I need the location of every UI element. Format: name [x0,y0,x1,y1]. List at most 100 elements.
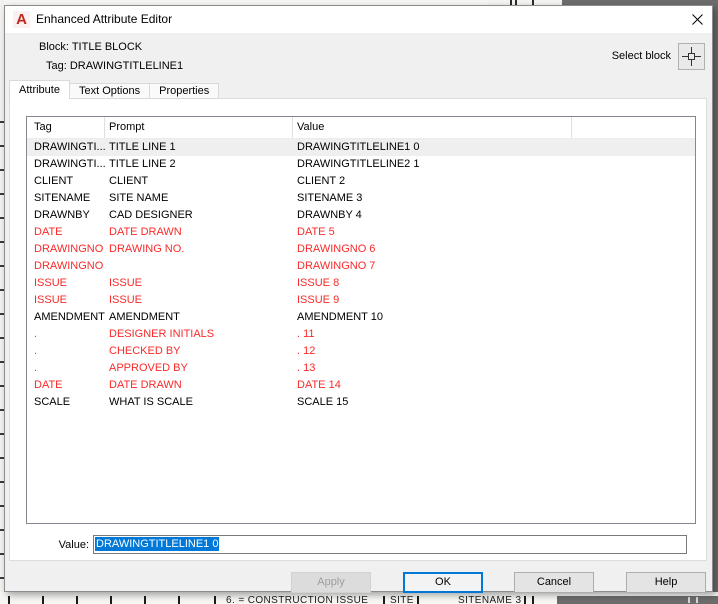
value-input[interactable]: DRAWINGTITLELINE1 0 [93,535,687,554]
drawing-line [524,596,526,604]
drawing-line [688,597,690,603]
cell-c3: DATE 14 [297,379,341,391]
cell-c1: DATE [34,226,63,238]
cell-c2: TITLE LINE 1 [109,141,176,153]
tag-label: Tag: [46,60,67,72]
cell-c1: DRAWINGTI... [34,158,105,170]
table-row[interactable]: DRAWINGTI... TITLE LINE 1 DRAWINGTITLELINE… [27,139,695,156]
title-bar[interactable]: A Enhanced Attribute Editor [5,6,712,33]
autocad-icon: A [13,11,30,28]
cell-c2: DATE DRAWN [109,226,182,238]
cell-c2: DATE DRAWN [109,379,182,391]
table-row[interactable]: DRAWINGNO DRAWING NO. DRAWINGNO 6 [27,241,695,258]
drawing-text: 6. = CONSTRUCTION ISSUE [226,595,369,604]
cell-c3: DRAWNBY 4 [297,209,362,221]
drawing-line [42,596,44,604]
cell-c3: DRAWINGTITLELINE1 0 [297,141,420,153]
selected-text: DRAWINGTITLELINE1 0 [95,537,220,551]
cell-c2: APPROVED BY [109,362,188,374]
table-row[interactable]: DRAWINGNO DRAWINGNO 7 [27,258,695,275]
attribute-table[interactable]: Tag Prompt Value DRAWINGTI... TITLE LINE … [26,116,696,524]
cell-c1: ISSUE [34,294,68,306]
drawing-line [110,596,112,604]
table-row[interactable]: DRAWNBY CAD DESIGNER DRAWNBY 4 [27,207,695,224]
tag-value: DRAWINGTITLELINE1 [69,60,184,72]
cell-c2 [105,258,293,275]
cell-c3: AMENDMENT 10 [297,311,383,323]
apply-button[interactable]: Apply [291,572,371,593]
cell-c3: DRAWINGNO 7 [297,260,376,272]
tab-properties[interactable]: Properties [150,83,220,99]
table-row[interactable]: SITENAME SITE NAME SITENAME 3 [27,190,695,207]
cell-c3: SITENAME 3 [297,192,363,204]
column-header-tag: Tag [27,117,105,138]
cell-c3: . 12 [297,345,316,357]
help-button[interactable]: Help [626,572,706,593]
block-label: Block: [39,41,69,53]
table-row[interactable]: CLIENT CLIENT CLIENT 2 [27,173,695,190]
tab-attribute[interactable]: Attribute [9,80,70,99]
drawing-text: SITE [390,595,414,604]
ok-button[interactable]: OK [403,572,483,593]
table-row[interactable]: SCALE WHAT IS SCALE SCALE 15 [27,394,695,411]
drawing-line [214,596,216,604]
tag-line: Tag: DRAWINGTITLELINE1 [46,60,183,72]
cell-c2: SITE NAME [109,192,169,204]
table-row[interactable]: . DESIGNER INITIALS . 11 [27,326,695,343]
drawing-line [696,597,698,603]
cell-c1: DRAWNBY [34,209,90,221]
cell-c3: . 13 [297,362,316,374]
window-title: Enhanced Attribute Editor [36,12,173,26]
drawing-line [8,596,10,604]
cell-c2: WHAT IS SCALE [109,396,193,408]
cell-c2: DRAWING NO. [109,243,185,255]
drawing-line [532,596,534,604]
cell-c1: ISSUE [34,277,68,289]
drawing-line [383,596,385,604]
cell-c2: ISSUE [109,294,143,306]
tab-strip: Attribute Text Options Properties [9,80,220,99]
cell-c3: SCALE 15 [297,396,349,408]
attribute-table-body: DRAWINGTI... TITLE LINE 1 DRAWINGTITLELINE… [27,139,695,411]
column-header-spacer [572,117,695,138]
cell-c3: DRAWINGTITLELINE2 1 [297,158,420,170]
drawing-line [178,596,180,604]
table-row[interactable]: . CHECKED BY . 12 [27,343,695,360]
cell-c1: . [34,328,38,340]
table-row[interactable]: ISSUE ISSUE ISSUE 9 [27,292,695,309]
block-line: Block: TITLE BLOCK [39,41,142,53]
cell-c2: TITLE LINE 2 [109,158,176,170]
close-button[interactable] [686,8,708,30]
cell-c1: DATE [34,379,63,391]
cell-c2: CHECKED BY [109,345,181,357]
cell-c3: ISSUE 9 [297,294,340,306]
table-row[interactable]: DRAWINGTI... TITLE LINE 2 DRAWINGTITLELINE… [27,156,695,173]
drawing-line [417,596,419,604]
cell-c3: CLIENT 2 [297,175,346,187]
cell-c3: ISSUE 8 [297,277,340,289]
select-block-button[interactable] [678,43,705,70]
cell-c2: DESIGNER INITIALS [109,328,215,340]
tab-text-options[interactable]: Text Options [69,83,151,99]
table-row[interactable]: AMENDMENT AMENDMENT AMENDMENT 10 [27,309,695,326]
cell-c1: DRAWINGTI... [34,141,105,153]
cell-c3: . 11 [297,328,315,340]
cancel-button[interactable]: Cancel [514,572,594,593]
table-row[interactable]: . APPROVED BY . 13 [27,360,695,377]
column-header-prompt: Prompt [105,117,293,138]
table-row[interactable]: DATE DATE DRAWN DATE 5 [27,224,695,241]
attribute-table-header: Tag Prompt Value [27,117,695,139]
enhanced-attribute-editor-dialog: A Enhanced Attribute Editor Block: TITLE… [4,5,713,593]
cell-c1: SITENAME [34,192,91,204]
cell-c1: . [34,345,38,357]
pickbox-crosshair-icon [682,47,701,66]
cell-c2: CAD DESIGNER [109,209,193,221]
cell-c2: ISSUE [109,277,143,289]
background-app-dark-bottom [557,596,718,604]
cell-c3: DATE 5 [297,226,335,238]
table-row[interactable]: ISSUE ISSUE ISSUE 8 [27,275,695,292]
table-row[interactable]: DATE DATE DRAWN DATE 14 [27,377,695,394]
drawing-text: SITENAME 3 [458,595,522,604]
cell-c1: SCALE [34,396,71,408]
cell-c1: AMENDMENT [34,311,105,323]
